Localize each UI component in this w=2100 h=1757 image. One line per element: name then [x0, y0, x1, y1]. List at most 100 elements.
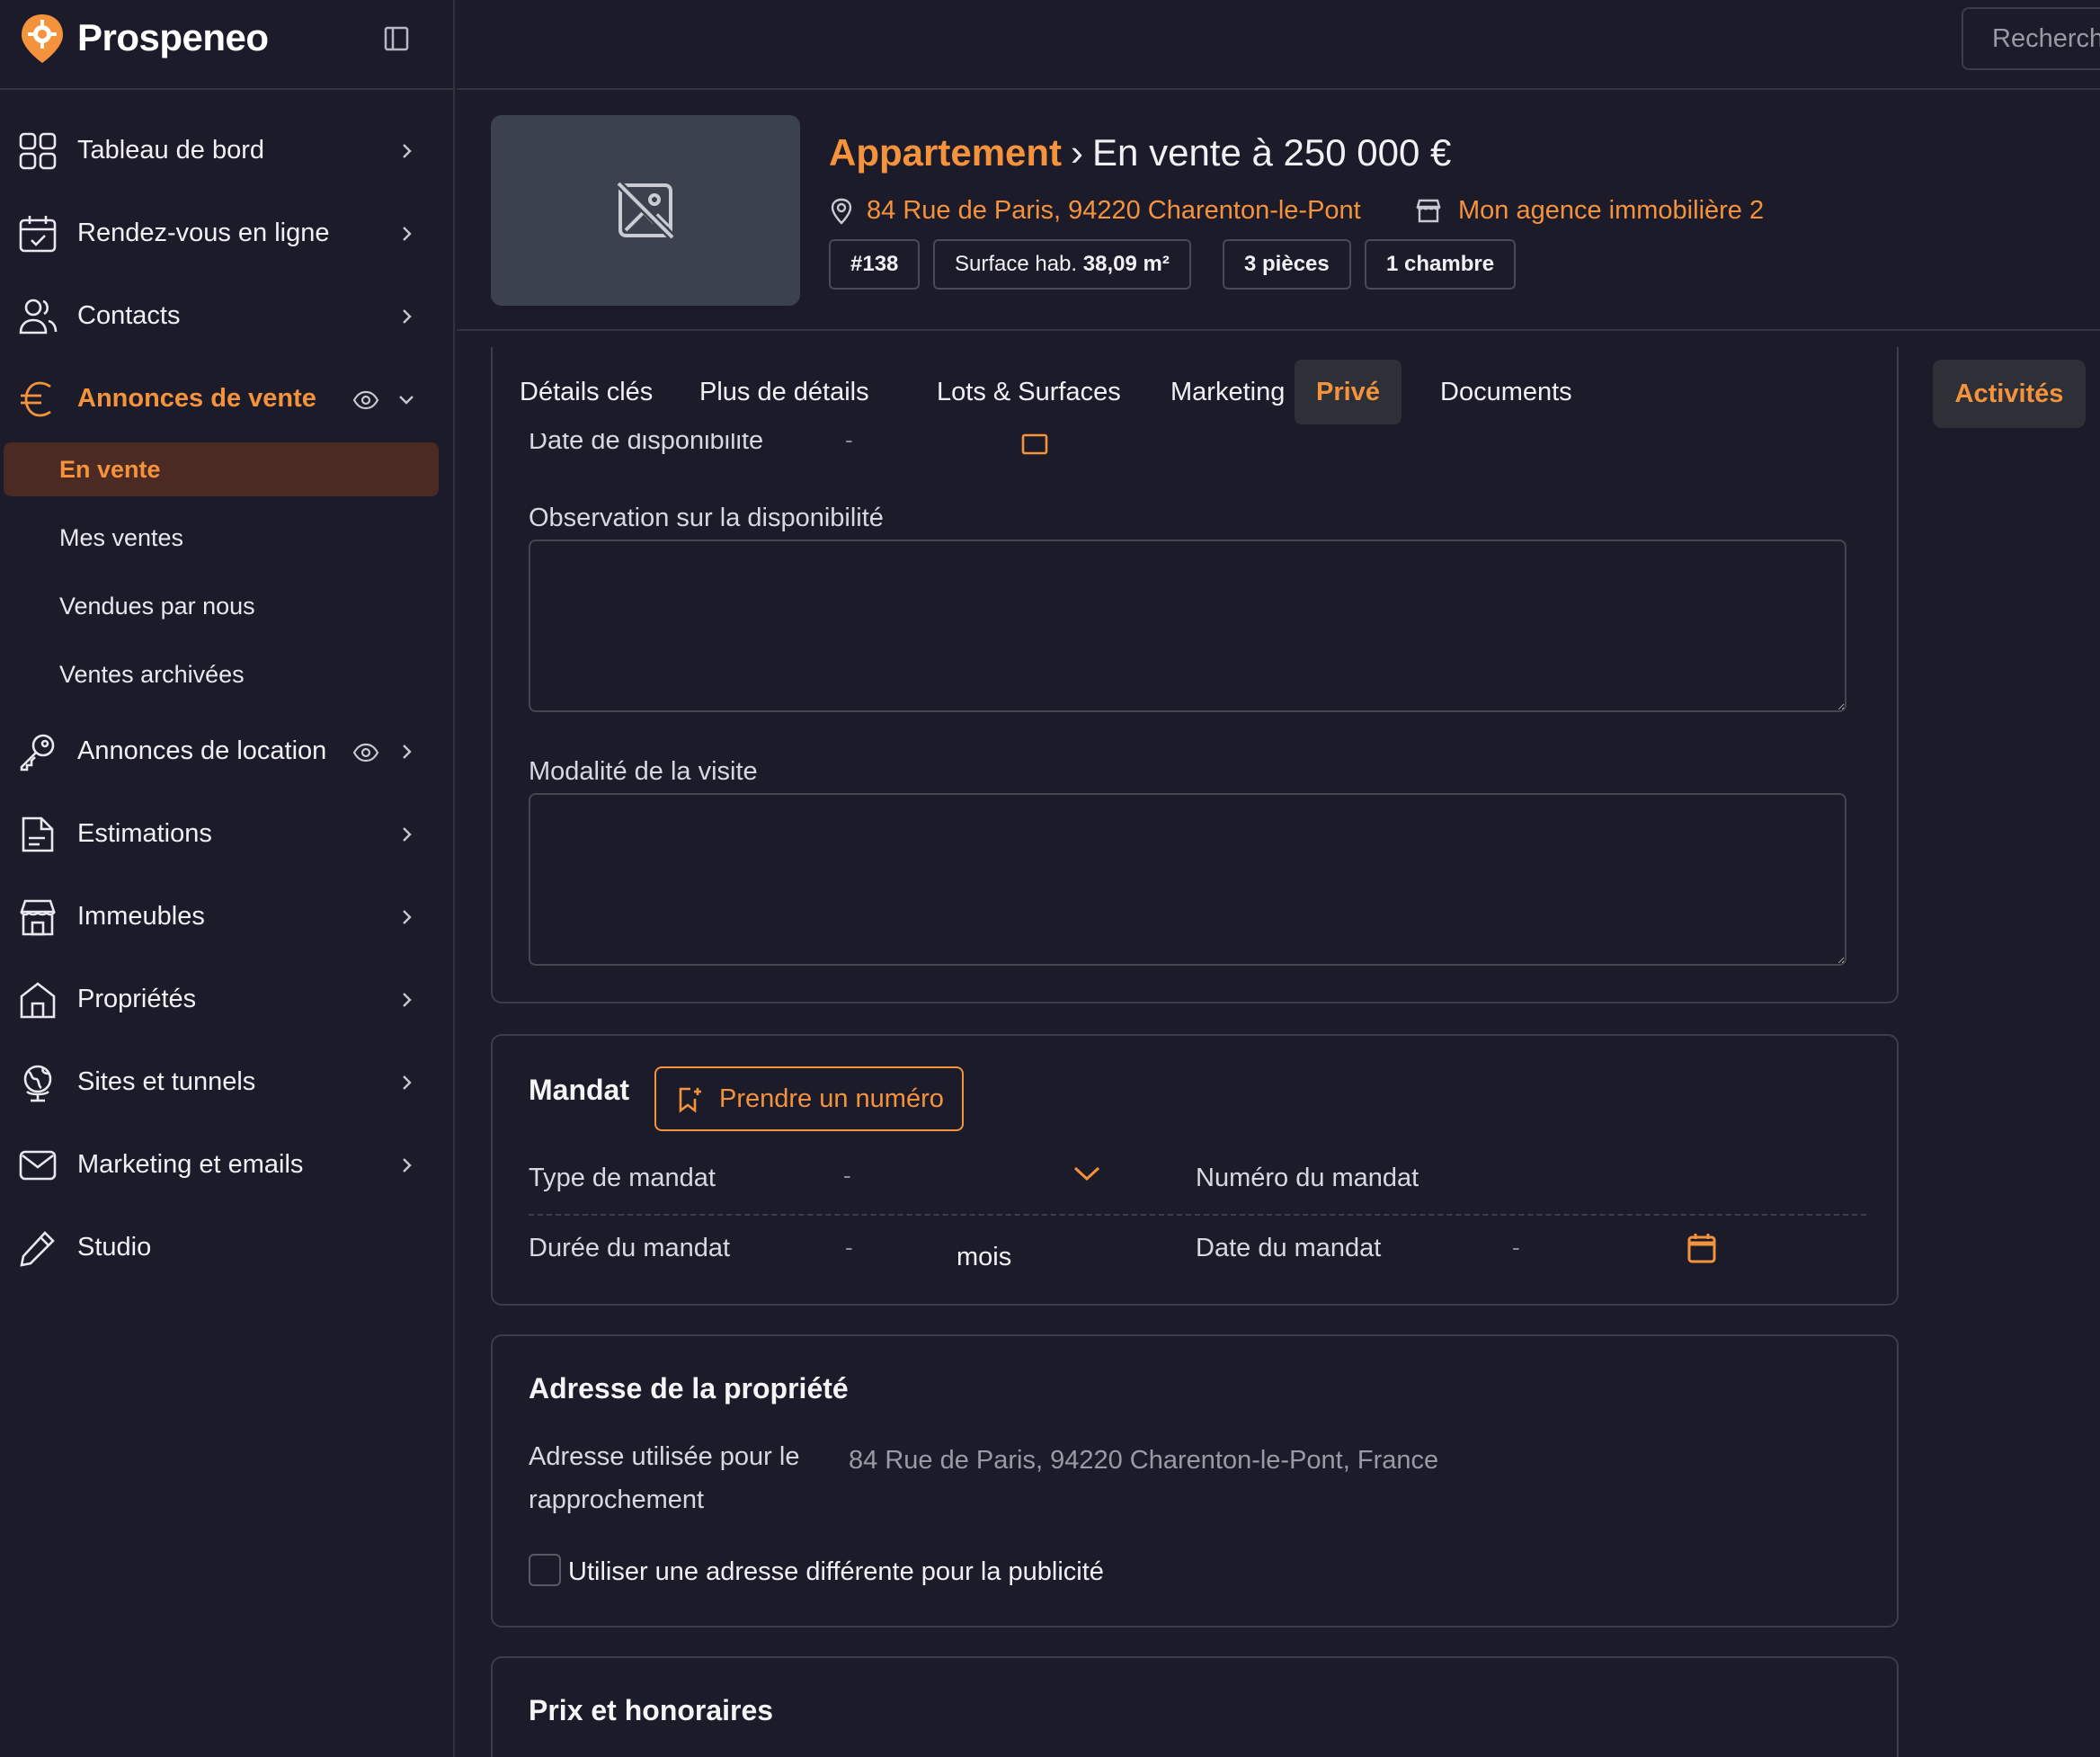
rooms-value: 3 pièces: [1244, 252, 1330, 276]
document-icon: [22, 816, 54, 852]
observation-textarea[interactable]: [529, 540, 1846, 712]
mandate-date-value[interactable]: -: [1512, 1234, 1520, 1262]
sidebar-item-buildings[interactable]: Immeubles: [0, 885, 449, 950]
app-logo-text: Prospeneo: [77, 16, 269, 58]
sidebar-subitem-label: Vendues par nous: [59, 593, 255, 620]
sidebar-item-label: Tableau de bord: [77, 136, 264, 165]
surface-chip: Surface hab. 38,09 m²: [933, 239, 1191, 290]
tab-lots-surfaces[interactable]: Lots & Surfaces: [915, 360, 1143, 424]
calendar-icon[interactable]: [1021, 430, 1048, 457]
chevron-right-icon: [403, 827, 412, 842]
pencil-icon: [20, 1231, 55, 1267]
property-type[interactable]: Appartement: [829, 131, 1062, 174]
storefront-icon: [20, 899, 56, 936]
calendar-check-icon: [19, 216, 57, 253]
sidebar-item-marketing-emails[interactable]: Marketing et emails: [0, 1133, 449, 1198]
tab-documents[interactable]: Documents: [1419, 360, 1594, 424]
sidebar-item-estimations[interactable]: Estimations: [0, 802, 449, 867]
different-address-checkbox[interactable]: [529, 1554, 561, 1586]
mail-icon: [19, 1150, 57, 1181]
matching-address-label: Adresse utilisée pour le: [529, 1442, 800, 1471]
users-icon: [19, 299, 58, 334]
sidebar-item-contacts[interactable]: Contacts: [0, 284, 449, 349]
sidebar-item-appointments[interactable]: Rendez-vous en ligne: [0, 201, 449, 266]
property-address-link[interactable]: 84 Rue de Paris, 94220 Charenton-le-Pont: [867, 196, 1361, 226]
sidebar-subitem-archived-sales[interactable]: Ventes archivées: [4, 647, 439, 701]
sidebar-header: Prospeneo: [0, 0, 453, 90]
sidebar-item-label: Annonces de location: [77, 736, 327, 765]
property-title: Appartement › En vente à 250 000 €: [829, 131, 1451, 174]
sidebar-subitem-for-sale[interactable]: En vente: [4, 442, 439, 496]
key-icon: [20, 734, 55, 771]
sidebar-item-rental-listings[interactable]: Annonces de location: [0, 719, 449, 784]
sidebar-subitem-label: En vente: [59, 456, 161, 483]
chevron-down-icon[interactable]: [1072, 1162, 1102, 1185]
take-number-label: Prendre un numéro: [719, 1084, 944, 1113]
sidebar-subitem-my-sales[interactable]: Mes ventes: [4, 511, 439, 565]
chevron-right-icon: [403, 227, 412, 241]
storefront-icon: [1416, 199, 1441, 223]
sidebar-item-label: Rendez-vous en ligne: [77, 219, 330, 247]
bedrooms-value: 1 chambre: [1386, 252, 1495, 276]
sidebar-subitem-label: Mes ventes: [59, 524, 184, 551]
sidebar-collapse-icon[interactable]: [383, 25, 410, 52]
chevron-right-icon: [403, 144, 412, 158]
mandate-duration-label: Durée du mandat: [529, 1234, 731, 1262]
sidebar-item-sale-listings[interactable]: Annonces de vente: [0, 367, 449, 432]
tab-private[interactable]: Privé: [1295, 360, 1401, 424]
tab-key-details[interactable]: Détails clés: [498, 360, 674, 424]
visit-modality-textarea[interactable]: [529, 793, 1846, 966]
sidebar-item-label: Estimations: [77, 819, 212, 848]
sidebar-item-studio[interactable]: Studio: [0, 1216, 449, 1280]
different-address-label[interactable]: Utiliser une adresse différente pour la …: [568, 1557, 1104, 1587]
search-input[interactable]: [1962, 7, 2100, 70]
mandate-type-value[interactable]: -: [843, 1162, 851, 1190]
sidebar-item-label: Immeubles: [77, 902, 205, 931]
activities-button[interactable]: Activités: [1933, 360, 2086, 428]
tab-marketing[interactable]: Marketing: [1149, 360, 1306, 424]
chevron-right-icon: [403, 309, 412, 324]
property-status: En vente à 250 000 €: [1092, 131, 1452, 174]
logo-icon: [22, 14, 63, 63]
map-pin-icon: [831, 198, 852, 225]
mandate-duration-value[interactable]: -: [845, 1234, 853, 1262]
mandate-duration-unit: mois: [957, 1243, 1012, 1271]
globe-icon: [23, 1065, 52, 1102]
rooms-chip: 3 pièces: [1223, 239, 1351, 290]
calendar-icon[interactable]: [1686, 1232, 1717, 1264]
chevron-right-icon: [403, 993, 412, 1007]
sidebar-item-sites-funnels[interactable]: Sites et tunnels: [0, 1050, 449, 1115]
house-icon: [20, 982, 56, 1019]
pricing-card: Prix et honoraires: [491, 1656, 1899, 1757]
sidebar-item-dashboard[interactable]: Tableau de bord: [0, 119, 449, 183]
mandate-card: Mandat Prendre un numéro Type de mandat …: [491, 1034, 1899, 1306]
euro-icon: [21, 381, 51, 417]
eye-icon[interactable]: [352, 387, 379, 414]
property-thumbnail[interactable]: [491, 115, 800, 306]
mandate-number-label: Numéro du mandat: [1196, 1164, 1419, 1192]
chevron-right-icon: [403, 745, 412, 759]
property-address-title: Adresse de la propriété: [529, 1372, 849, 1405]
eye-icon[interactable]: [352, 739, 379, 766]
surface-label: Surface hab.: [955, 252, 1078, 276]
visit-modality-label: Modalité de la visite: [529, 757, 758, 786]
pricing-title: Prix et honoraires: [529, 1694, 774, 1726]
bedrooms-chip: 1 chambre: [1365, 239, 1517, 290]
sidebar-item-label: Marketing et emails: [77, 1150, 304, 1179]
sidebar-item-properties[interactable]: Propriétés: [0, 968, 449, 1032]
chevron-right-icon: [403, 910, 412, 924]
surface-value: 38,09 m²: [1082, 252, 1170, 276]
tab-more-details[interactable]: Plus de détails: [678, 360, 891, 424]
chevron-down-icon: [399, 396, 414, 405]
mandate-type-label: Type de mandat: [529, 1164, 716, 1192]
take-number-button[interactable]: Prendre un numéro: [654, 1066, 964, 1131]
matching-address-value: 84 Rue de Paris, 94220 Charenton-le-Pont…: [849, 1446, 1439, 1475]
grid-icon: [19, 132, 57, 170]
top-bar: [457, 0, 2100, 90]
bookmark-plus-icon: [679, 1087, 701, 1113]
sidebar-subitem-label: Ventes archivées: [59, 661, 245, 688]
agency-link[interactable]: Mon agence immobilière 2: [1458, 196, 1764, 226]
sidebar-item-label: Studio: [77, 1233, 152, 1262]
property-header: Appartement › En vente à 250 000 € 84 Rue …: [457, 90, 2100, 331]
sidebar-subitem-sold-by-us[interactable]: Vendues par nous: [4, 579, 439, 633]
